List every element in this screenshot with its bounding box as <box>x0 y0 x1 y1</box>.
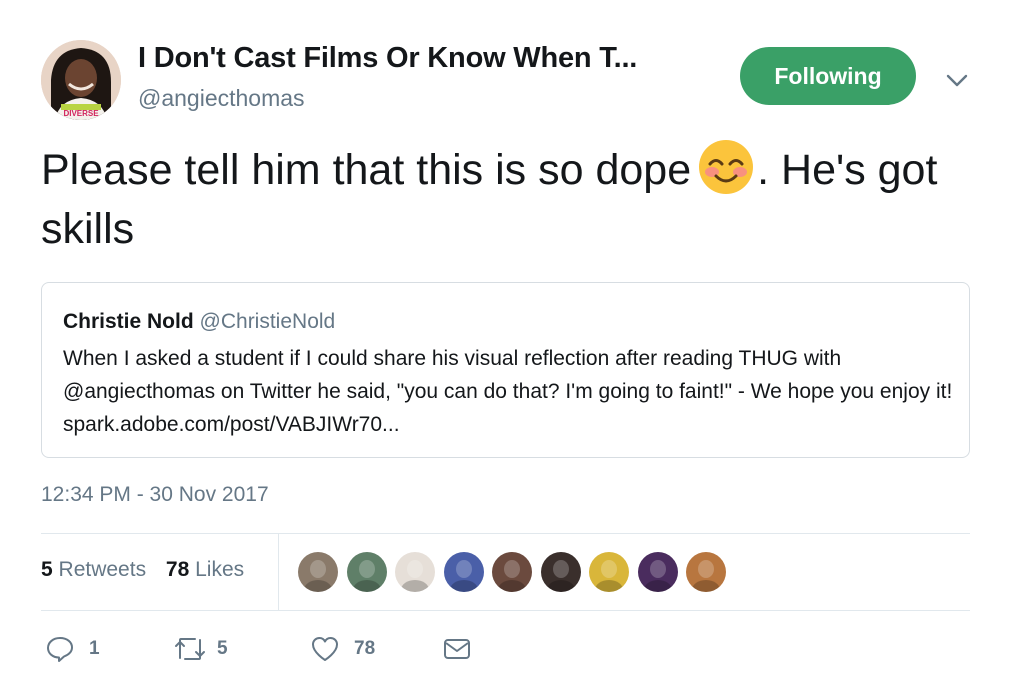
retweets-label: Retweets <box>58 558 147 581</box>
tweet-timestamp[interactable]: 12:34 PM - 30 Nov 2017 <box>41 483 269 507</box>
engagement-stats: 5 Retweets 78 Likes <box>41 558 258 582</box>
smiling-face-emoji-icon <box>697 138 755 196</box>
likes-count: 78 <box>165 558 190 581</box>
liker-avatar[interactable] <box>540 552 581 592</box>
liker-avatar[interactable] <box>298 552 338 592</box>
author-handle[interactable]: @angiecthomas <box>138 85 305 112</box>
direct-message-action[interactable] <box>442 634 472 664</box>
reply-icon <box>47 637 73 662</box>
divider-bottom <box>41 610 970 611</box>
author-display-name[interactable]: I Don't Cast Films Or Know When T... <box>138 42 637 75</box>
likes-stat-link[interactable]: 78 Likes <box>166 558 244 581</box>
following-button[interactable]: Following <box>740 47 916 105</box>
likes-label: Likes <box>195 558 245 581</box>
quoted-tweet-text: When I asked a student if I could share … <box>63 347 953 436</box>
quoted-author-handle: @ChristieNold <box>199 310 336 333</box>
liker-avatar[interactable] <box>443 552 484 592</box>
quoted-author-name: Christie Nold <box>63 310 194 333</box>
liker-avatar[interactable] <box>686 552 726 592</box>
tweet-text: Please tell him that this is so dope . H… <box>41 139 981 256</box>
divider-top <box>41 533 970 534</box>
avatar-badge-text: DIVERSE <box>63 109 99 118</box>
liker-avatar[interactable] <box>589 552 629 592</box>
liker-avatar[interactable] <box>395 552 435 592</box>
more-options-chevron-icon[interactable] <box>940 63 974 97</box>
stats-vertical-divider <box>278 534 279 610</box>
quoted-tweet-header: Christie Nold @ChristieNold <box>63 310 335 334</box>
like-action[interactable]: 78 <box>310 634 375 664</box>
liker-avatar[interactable] <box>346 552 387 592</box>
like-count: 78 <box>354 638 376 659</box>
author-avatar[interactable]: DIVERSE <box>41 40 121 120</box>
retweet-icon <box>175 638 205 660</box>
quoted-tweet-card[interactable]: Christie Nold @ChristieNold When I asked… <box>41 282 970 458</box>
liker-avatar[interactable] <box>492 552 532 592</box>
author-avatar-image: DIVERSE <box>41 40 121 120</box>
reply-count: 1 <box>89 638 100 659</box>
liker-avatar[interactable] <box>637 552 678 592</box>
reply-action[interactable]: 1 <box>45 634 100 664</box>
retweets-stat-link[interactable]: 5 Retweets <box>41 558 146 581</box>
tweet-text-part-1: Please tell him that this is so dope <box>41 146 692 194</box>
liker-avatars-row <box>298 552 735 592</box>
envelope-icon <box>444 639 470 659</box>
retweet-action[interactable]: 5 <box>173 634 228 664</box>
heart-icon <box>312 637 338 661</box>
retweet-count: 5 <box>217 638 228 659</box>
retweets-count: 5 <box>41 558 53 581</box>
